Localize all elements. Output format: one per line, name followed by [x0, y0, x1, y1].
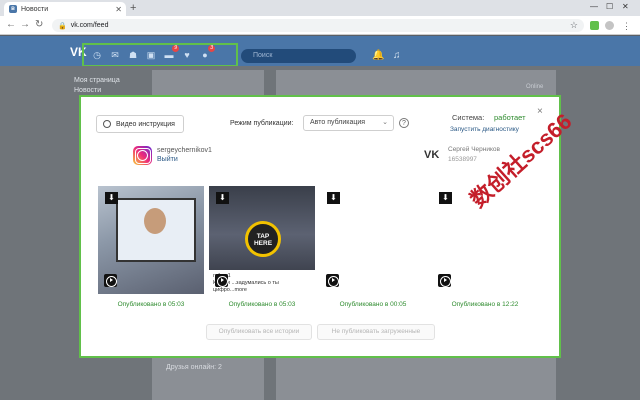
messages-icon[interactable]: ✉ [108, 50, 122, 61]
profile-avatar-icon[interactable] [605, 21, 614, 30]
minimize-window-button[interactable]: — [590, 2, 598, 11]
close-modal-button[interactable]: × [537, 106, 543, 117]
play-icon[interactable] [438, 274, 451, 287]
story-card[interactable]: ⬇ [98, 186, 204, 294]
lock-icon: 🔒 [58, 22, 67, 30]
tab-title: Новости [21, 5, 49, 13]
system-status: работает [494, 113, 526, 122]
close-window-button[interactable]: ✕ [622, 2, 629, 11]
play-icon[interactable] [104, 274, 117, 287]
publish-mode-label: Режим публикации: [230, 120, 294, 127]
publish-status: Опубликовано в 05:03 [228, 301, 296, 308]
chevron-down-icon: ⌄ [382, 119, 388, 126]
close-tab-icon[interactable]: ✕ [115, 5, 122, 14]
video-badge: 9 [172, 45, 179, 52]
bookmark-star-icon[interactable]: ☆ [570, 20, 578, 31]
story-person-image [144, 208, 166, 234]
music-icon[interactable]: ♫ [393, 50, 401, 61]
forward-arrow-icon[interactable]: → [20, 19, 30, 31]
heart-icon[interactable]: ♥ [180, 50, 194, 60]
profile-icon[interactable]: ● 3 [198, 45, 215, 60]
vk-account-icon: VK [424, 149, 440, 161]
download-icon[interactable]: ⬇ [105, 192, 118, 204]
photos-icon[interactable]: ▣ [144, 50, 158, 61]
extension-modal: Видео инструкция Режим публикации: Авто … [79, 95, 561, 358]
vk-header-icon-group: ◷ ✉ ☗ ▣ ▬ 9 ♥ ● 3 [82, 43, 238, 67]
run-diagnostics-link[interactable]: Запустить диагностику [450, 126, 519, 133]
url-text[interactable]: vk.com/feed [71, 22, 570, 29]
dont-publish-loaded-button[interactable]: Не публиковать загруженные [317, 324, 435, 340]
menu-kebab-icon[interactable]: ⋮ [622, 20, 631, 32]
play-circle-icon [103, 120, 111, 128]
download-icon[interactable]: ⬇ [439, 192, 452, 204]
play-icon[interactable] [326, 274, 339, 287]
reload-icon[interactable]: ↻ [35, 19, 43, 31]
tap-here-badge: TAP HERE [245, 221, 281, 257]
menu-item-my-page[interactable]: Моя страница [74, 76, 120, 86]
new-tab-button[interactable]: + [130, 2, 136, 14]
video-instruction-button[interactable]: Видео инструкция [96, 115, 184, 133]
back-arrow-icon[interactable]: ← [6, 19, 16, 31]
publish-status: Опубликовано в 00:05 [339, 301, 407, 308]
maximize-window-button[interactable]: ☐ [606, 2, 613, 11]
video-instruction-label: Видео инструкция [116, 120, 175, 128]
bell-icon[interactable]: 🔔 [372, 50, 384, 61]
here-label: HERE [253, 240, 273, 247]
download-icon[interactable]: ⬇ [327, 192, 340, 204]
publish-status: Опубликовано в 05:03 [117, 301, 185, 308]
browser-tabbar: в Новости ✕ + — ☐ ✕ [0, 0, 640, 16]
publish-status: Опубликовано в 12:22 [451, 301, 519, 308]
publish-mode-value: Авто публикация [310, 119, 366, 126]
video-icon[interactable]: ▬ 9 [162, 45, 179, 60]
browser-tab[interactable]: в Новости ✕ [4, 2, 126, 16]
browser-toolbar: ← → ↻ 🔒 vk.com/feed ☆ ⋮ [0, 16, 640, 35]
left-menu: Моя страница Новости [74, 76, 120, 96]
online-label: Online [526, 84, 544, 90]
address-bar[interactable]: 🔒 vk.com/feed ☆ [52, 19, 584, 32]
friends-online-label: Друзья онлайн: 2 [166, 364, 222, 371]
publish-mode-select[interactable]: Авто публикация ⌄ [303, 115, 394, 131]
play-icon[interactable] [215, 274, 228, 287]
story-card[interactable]: TAP HERE rnikov1 Кстати ...задумались о … [209, 186, 315, 294]
system-label: Система: [452, 113, 485, 122]
instagram-icon [133, 146, 152, 165]
tap-label: TAP [256, 233, 270, 240]
vk-favicon-icon: в [9, 5, 17, 13]
friends-icon[interactable]: ☗ [126, 50, 140, 61]
vk-search-input[interactable]: Поиск [241, 49, 356, 63]
profile-badge: 3 [208, 45, 215, 52]
extension-icon[interactable] [590, 21, 599, 30]
vk-account-name: Сергей Черников [448, 146, 500, 153]
help-icon[interactable]: ? [399, 118, 409, 128]
clock-icon[interactable]: ◷ [90, 50, 104, 61]
publish-all-stories-button[interactable]: Опубликовать все истории [206, 324, 312, 340]
story-card[interactable]: ⬇ [320, 186, 426, 294]
download-icon[interactable]: ⬇ [216, 192, 229, 204]
vk-account-id: 16538997 [448, 156, 477, 163]
instagram-logout-link[interactable]: Выйти [157, 156, 178, 163]
instagram-username: sergeychernikov1 [157, 147, 212, 154]
